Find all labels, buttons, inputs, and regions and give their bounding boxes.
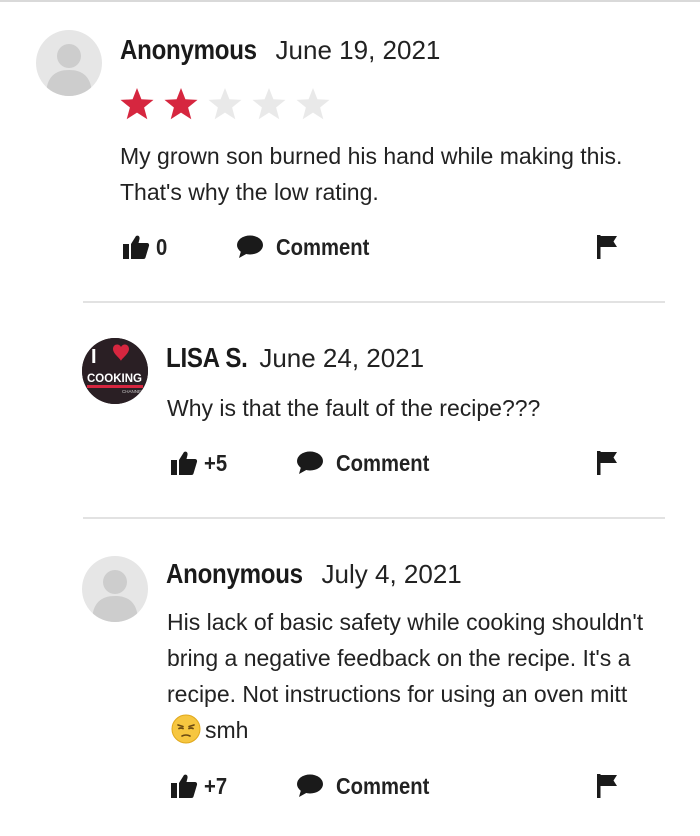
like-button[interactable]: +5 [170,447,230,479]
default-user-avatar-icon [92,570,138,622]
review-date: July 4, 2021 [321,559,462,589]
svg-text:CHANNEL: CHANNEL [122,389,144,394]
svg-text:COOKING: COOKING [87,373,142,385]
default-user-avatar-icon [46,44,92,96]
speech-bubble-icon [297,451,323,474]
comment-button[interactable]: Comment [296,447,442,479]
review-author[interactable]: Anonymous [120,34,257,66]
thumbs-up-icon [171,451,198,475]
unamused-face-icon [171,714,201,744]
comment-button[interactable]: Comment [296,770,442,802]
review-author[interactable]: LISA S. [166,342,248,374]
comment-label: Comment [276,233,370,260]
flag-button[interactable] [596,447,620,479]
like-count: 0 [156,233,168,260]
comment-button[interactable]: Comment [236,231,382,263]
review-3: Anonymous July 4, 2021 His lack of basic… [0,520,700,836]
flag-button[interactable] [596,231,620,263]
star-filled-icon [164,88,198,120]
thumbs-up-icon [123,235,150,259]
thumbs-up-icon [171,774,198,798]
like-count: +7 [204,772,228,799]
user-avatar [36,30,102,96]
review-date: June 24, 2021 [259,343,425,373]
star-empty-icon [296,88,330,120]
review-text-tail: smh [205,717,249,743]
svg-text:I: I [91,346,97,368]
brand-avatar: I COOKING CHANNEL [82,338,148,404]
star-empty-icon [252,88,286,120]
review-text: Why is that the fault of the recipe??? [167,395,541,421]
comment-label: Comment [336,449,430,476]
comment-label: Comment [336,772,430,799]
flag-icon [597,451,617,475]
review-text-main: His lack of basic safety while cooking s… [167,609,644,707]
star-filled-icon [120,88,154,120]
review-author[interactable]: Anonymous [166,558,303,590]
review-divider [83,517,665,519]
star-rating [119,87,331,121]
like-button[interactable]: 0 [122,231,169,263]
like-count: +5 [204,449,228,476]
i-love-cooking-channel-logo-icon: I COOKING CHANNEL [82,338,148,404]
flag-icon [597,774,617,798]
user-avatar [82,556,148,622]
flag-button[interactable] [596,770,620,802]
review-date: June 19, 2021 [275,35,441,65]
review-text: My grown son burned his hand while makin… [120,143,623,205]
speech-bubble-icon [237,235,263,258]
review-text: His lack of basic safety while cooking s… [167,604,657,748]
like-button[interactable]: +7 [170,770,230,802]
star-empty-icon [208,88,242,120]
speech-bubble-icon [297,774,323,797]
review-2: I COOKING CHANNEL LISA S. June 24, 2021 … [0,300,700,520]
flag-icon [597,235,617,259]
review-1: Anonymous June 19, 2021 My grown son bur… [0,0,700,300]
